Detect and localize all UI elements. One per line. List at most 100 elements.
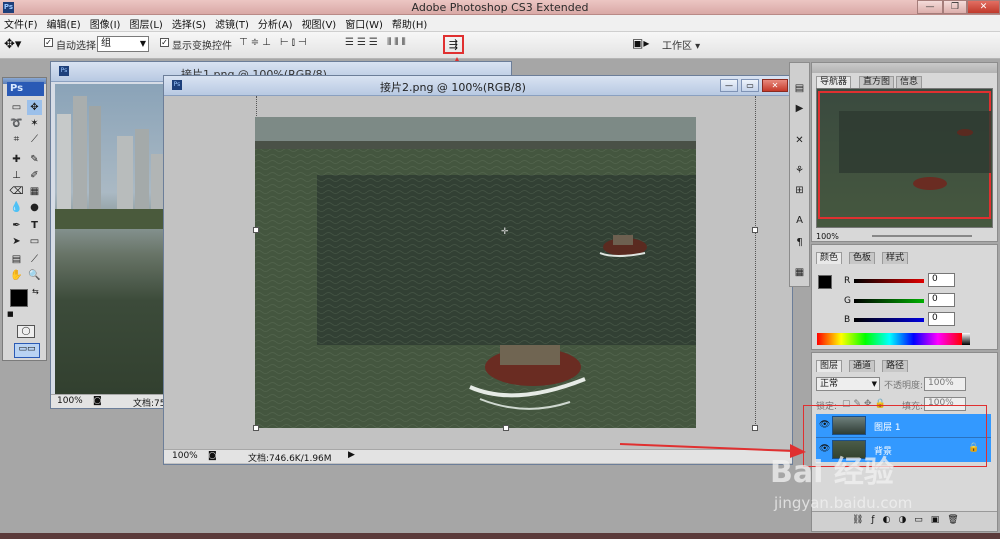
workspace-button[interactable]: 工作区 ▾ (662, 37, 700, 52)
color-foreground-swatch[interactable] (818, 275, 832, 289)
status-arrow-icon[interactable]: ▶ (348, 450, 355, 460)
marquee-tool-icon[interactable]: ▭ (9, 100, 24, 115)
auto-align-layers-icon[interactable]: ⇶ (443, 35, 464, 54)
navigator-preview[interactable] (816, 88, 993, 228)
tab-swatches[interactable]: 色板 (849, 252, 876, 264)
path-select-icon[interactable]: ➤ (9, 234, 24, 249)
paragraph-icon[interactable]: ¶ (792, 235, 807, 250)
layer-comps-icon[interactable]: ▦ (792, 265, 807, 280)
character-icon[interactable]: A (792, 213, 807, 228)
tab-channels[interactable]: 通道 (849, 360, 876, 372)
brush-tool-icon[interactable]: ✎ (27, 152, 42, 167)
magic-wand-icon[interactable]: ✶ (27, 116, 42, 131)
document-2-titlebar[interactable]: Ps 接片2.png @ 100%(RGB/8) — ▭ ✕ (164, 76, 792, 96)
channel-g-input[interactable]: 0 (928, 293, 955, 307)
default-colors-icon[interactable]: ■ (7, 310, 14, 318)
menu-view[interactable]: 视图(V) (302, 16, 337, 31)
navigator-zoom[interactable]: 100% (816, 232, 839, 241)
distribute-buttons[interactable]: ☰☰☰ ⫴⫴⫴ (345, 37, 409, 48)
eyedropper-icon[interactable]: ⟋ (27, 252, 42, 267)
transform-handle-br[interactable] (752, 425, 758, 431)
tab-navigator[interactable]: 导航器 (816, 76, 852, 88)
menu-help[interactable]: 帮助(H) (392, 16, 427, 31)
pen-tool-icon[interactable]: ✒ (9, 218, 24, 233)
slice-tool-icon[interactable]: ⟋ (27, 132, 42, 147)
hand-tool-icon[interactable]: ✋ (9, 268, 24, 283)
doc-maximize-icon[interactable]: ▭ (741, 79, 759, 92)
tool-presets-icon[interactable]: ✕ (792, 133, 807, 148)
actions-icon[interactable]: ▶ (792, 101, 807, 116)
document-2-zoom[interactable]: 100% (172, 451, 198, 461)
lasso-tool-icon[interactable]: ➰ (9, 116, 24, 131)
document-1-zoom[interactable]: 100% (57, 396, 83, 406)
align-buttons[interactable]: ⊤≑⊥ ⊢⫾⊣ (239, 37, 310, 48)
dodge-tool-icon[interactable]: ● (27, 200, 42, 215)
clone-source-icon[interactable]: ⊞ (792, 183, 807, 198)
restore-icon[interactable]: ❐ (943, 0, 967, 14)
channel-b-slider[interactable] (854, 318, 924, 322)
type-tool-icon[interactable]: T (27, 218, 42, 233)
zoom-tool-icon[interactable]: 🔍 (27, 268, 42, 283)
status-menu-icon[interactable]: ◙ (93, 396, 102, 406)
navigator-zoom-slider[interactable] (872, 235, 972, 237)
document-1-canvas[interactable] (55, 84, 163, 394)
opacity-input[interactable]: 100% (924, 377, 966, 391)
auto-select-dropdown[interactable]: 组 ▼ (97, 36, 149, 52)
black-white-ramp[interactable] (962, 333, 970, 345)
eraser-tool-icon[interactable]: ⌫ (9, 184, 24, 199)
show-transform-checkbox[interactable]: ✓ (160, 38, 169, 47)
notes-tool-icon[interactable]: ▤ (9, 252, 24, 267)
transform-handle-left[interactable] (253, 227, 259, 233)
menu-analysis[interactable]: 分析(A) (258, 16, 293, 31)
transform-handle-right[interactable] (752, 227, 758, 233)
minimize-icon[interactable]: — (917, 0, 943, 14)
history-brush-icon[interactable]: ✐ (27, 168, 42, 183)
document-2-canvas[interactable]: ✛ (255, 117, 696, 428)
shape-tool-icon[interactable]: ▭ (27, 234, 42, 249)
brushes-icon[interactable]: ⚘ (792, 163, 807, 178)
panel-grip[interactable] (812, 63, 997, 73)
move-tool-icon[interactable]: ✥▾ (4, 36, 34, 54)
gradient-tool-icon[interactable]: ▦ (27, 184, 42, 199)
doc-minimize-icon[interactable]: — (720, 79, 738, 92)
tab-paths[interactable]: 路径 (882, 360, 909, 372)
blur-tool-icon[interactable]: 💧 (9, 200, 24, 215)
doc-close-icon[interactable]: ✕ (762, 79, 788, 92)
crop-tool-icon[interactable]: ⌗ (9, 132, 24, 147)
tab-histogram[interactable]: 直方图 (859, 76, 895, 88)
menu-file[interactable]: 文件(F) (4, 16, 38, 31)
menu-layer[interactable]: 图层(L) (129, 16, 162, 31)
quick-mask-icon[interactable]: ◯ (17, 325, 35, 338)
tab-styles[interactable]: 样式 (882, 252, 909, 264)
clone-stamp-icon[interactable]: ⊥ (9, 168, 24, 183)
bridge-icon[interactable]: ▣▸ (632, 36, 656, 53)
tab-layers[interactable]: 图层 (816, 360, 843, 372)
history-icon[interactable]: ▤ (792, 81, 807, 96)
navigator-boat-large (913, 177, 947, 190)
close-icon[interactable]: ✕ (967, 0, 1000, 14)
auto-select-checkbox[interactable]: ✓ (44, 38, 53, 47)
healing-brush-icon[interactable]: ✚ (9, 152, 24, 167)
tab-color[interactable]: 颜色 (816, 252, 843, 264)
menu-window[interactable]: 窗口(W) (345, 16, 383, 31)
menu-filter[interactable]: 滤镜(T) (215, 16, 249, 31)
channel-b-input[interactable]: 0 (928, 312, 955, 326)
blend-mode-select[interactable]: 正常 ▼ (816, 377, 880, 391)
channel-g-slider[interactable] (854, 299, 924, 303)
transform-handle-bl[interactable] (253, 425, 259, 431)
menu-image[interactable]: 图像(I) (90, 16, 121, 31)
transform-handle-bottom[interactable] (503, 425, 509, 431)
tab-info[interactable]: 信息 (896, 76, 923, 88)
swap-colors-icon[interactable]: ⇆ (32, 287, 39, 296)
menu-edit[interactable]: 编辑(E) (47, 16, 81, 31)
move-tool-button[interactable]: ✥ (27, 100, 42, 115)
color-spectrum-ramp[interactable] (817, 333, 962, 345)
foreground-color-swatch[interactable] (10, 289, 28, 307)
show-transform-label: 显示变换控件 (172, 41, 232, 52)
status-menu-icon[interactable]: ◙ (208, 451, 217, 461)
channel-r-slider[interactable] (854, 279, 924, 283)
screen-mode-icon[interactable]: ▭▭ (14, 343, 40, 358)
channel-r-input[interactable]: 0 (928, 273, 955, 287)
document-1-status: 文档:75 (133, 399, 166, 409)
menu-select[interactable]: 选择(S) (172, 16, 206, 31)
